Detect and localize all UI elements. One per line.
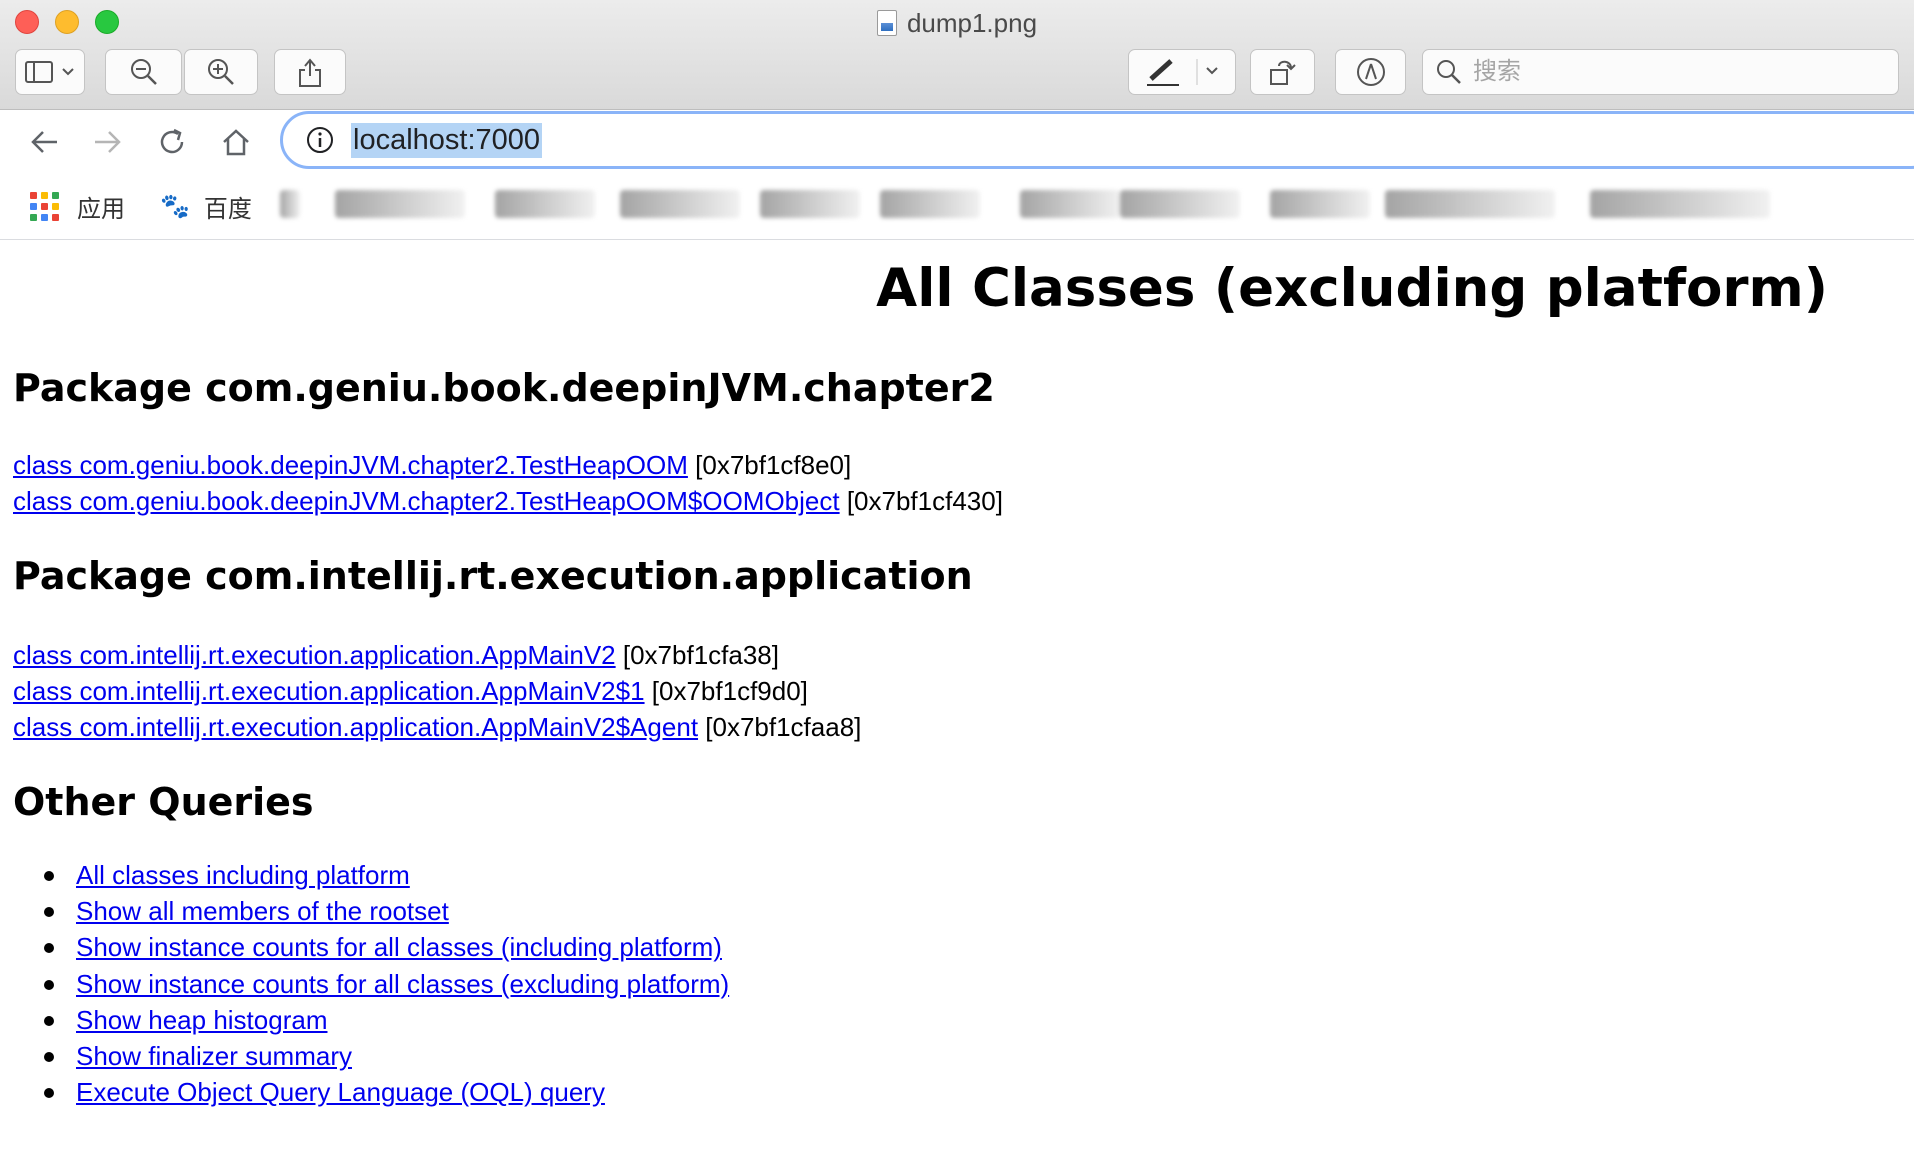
bookmark-baidu[interactable]: 🐾 百度 <box>160 188 252 224</box>
other-queries-list: All classes including platform Show all … <box>40 860 729 1113</box>
zoom-in-icon <box>208 59 234 85</box>
page-content: All Classes (excluding platform) Package… <box>0 240 1914 1152</box>
blurred-bookmark[interactable] <box>1020 190 1120 218</box>
forward-button[interactable] <box>86 120 130 164</box>
pen-icon <box>1147 59 1218 86</box>
image-file-icon <box>876 10 897 36</box>
bookmarks-bar: 应用 🐾 百度 <box>0 172 1914 240</box>
query-link-finalizer-summary[interactable]: Show finalizer summary <box>76 1041 352 1071</box>
annotate-icon <box>1356 58 1385 86</box>
blurred-bookmark[interactable] <box>760 190 860 218</box>
preview-titlebar: dump1.png <box>0 0 1914 110</box>
sidebar-icon <box>25 61 74 83</box>
list-item: Show instance counts for all classes (ex… <box>40 969 729 1005</box>
blurred-bookmark[interactable] <box>1385 190 1555 218</box>
list-item: Show heap histogram <box>40 1005 729 1041</box>
bookmark-baidu-label: 百度 <box>203 195 252 223</box>
url-text[interactable]: localhost:7000 <box>351 122 543 158</box>
query-link-instance-counts-excluding[interactable]: Show instance counts for all classes (ex… <box>76 969 729 999</box>
share-icon <box>299 58 321 87</box>
query-link-rootset[interactable]: Show all members of the rootset <box>76 896 449 926</box>
reload-button[interactable] <box>150 120 194 164</box>
query-link-all-classes[interactable]: All classes including platform <box>76 860 410 890</box>
home-icon <box>223 129 249 156</box>
annotate-button[interactable] <box>1335 49 1406 95</box>
share-button[interactable] <box>274 49 346 95</box>
blurred-bookmark[interactable] <box>1590 190 1770 218</box>
window-title: dump1.png <box>0 8 1914 39</box>
blurred-bookmark[interactable] <box>880 190 980 218</box>
search-icon <box>1437 60 1461 84</box>
class-address: [0x7bf1cfa38] <box>615 640 779 670</box>
zoom-in-button[interactable] <box>184 49 258 95</box>
class-link[interactable]: class com.geniu.book.deepinJVM.chapter2.… <box>13 486 840 516</box>
query-link-heap-histogram[interactable]: Show heap histogram <box>76 1005 327 1035</box>
package-heading: Package com.intellij.rt.execution.applic… <box>13 554 973 598</box>
zoom-out-button[interactable] <box>105 49 182 95</box>
bookmark-apps[interactable]: 应用 <box>30 188 125 224</box>
blurred-bookmark[interactable] <box>495 190 595 218</box>
blurred-bookmark[interactable] <box>620 190 740 218</box>
zoom-out-icon <box>130 59 157 85</box>
apps-grid-icon <box>30 191 59 221</box>
list-item: Execute Object Query Language (OQL) quer… <box>40 1077 729 1113</box>
search-field[interactable] <box>1422 49 1899 95</box>
blurred-bookmark[interactable] <box>1270 190 1370 218</box>
class-link[interactable]: class com.intellij.rt.execution.applicat… <box>13 712 698 742</box>
class-address: [0x7bf1cf9d0] <box>644 676 808 706</box>
rotate-button[interactable] <box>1250 49 1315 95</box>
baidu-paw-icon: 🐾 <box>160 192 190 220</box>
class-entry: class com.intellij.rt.execution.applicat… <box>13 676 808 707</box>
rotate-icon <box>1269 60 1296 85</box>
class-entry: class com.intellij.rt.execution.applicat… <box>13 640 779 671</box>
class-entry: class com.geniu.book.deepinJVM.chapter2.… <box>13 486 1003 517</box>
class-entry: class com.geniu.book.deepinJVM.chapter2.… <box>13 450 851 481</box>
query-link-instance-counts-including[interactable]: Show instance counts for all classes (in… <box>76 932 722 962</box>
list-item: Show all members of the rootset <box>40 896 729 932</box>
search-input[interactable] <box>1473 58 1873 86</box>
list-item: Show instance counts for all classes (in… <box>40 932 729 968</box>
reload-icon <box>160 128 184 154</box>
class-link[interactable]: class com.intellij.rt.execution.applicat… <box>13 640 616 670</box>
class-link[interactable]: class com.geniu.book.deepinJVM.chapter2.… <box>13 450 688 480</box>
class-entry: class com.intellij.rt.execution.applicat… <box>13 712 861 743</box>
package-heading: Package com.geniu.book.deepinJVM.chapter… <box>13 366 995 410</box>
bookmark-apps-label: 应用 <box>77 195 125 223</box>
browser-navbar: localhost:7000 <box>0 110 1914 172</box>
info-icon[interactable] <box>305 125 335 155</box>
class-link[interactable]: class com.intellij.rt.execution.applicat… <box>13 676 645 706</box>
back-button[interactable] <box>22 120 66 164</box>
class-address: [0x7bf1cfaa8] <box>698 712 862 742</box>
blurred-bookmark[interactable] <box>280 190 300 218</box>
query-link-oql[interactable]: Execute Object Query Language (OQL) quer… <box>76 1077 605 1107</box>
list-item: Show finalizer summary <box>40 1041 729 1077</box>
arrow-right-icon <box>95 131 121 153</box>
sidebar-toggle-button[interactable] <box>15 49 85 95</box>
blurred-bookmark[interactable] <box>1120 190 1240 218</box>
arrow-left-icon <box>31 131 57 153</box>
list-item: All classes including platform <box>40 860 729 896</box>
window-title-text: dump1.png <box>906 8 1038 38</box>
class-address: [0x7bf1cf8e0] <box>687 450 852 480</box>
other-queries-heading: Other Queries <box>13 780 314 824</box>
class-address: [0x7bf1cf430] <box>839 486 1003 516</box>
markup-button[interactable] <box>1128 49 1236 95</box>
address-bar[interactable]: localhost:7000 <box>280 111 1914 169</box>
blurred-bookmark[interactable] <box>335 190 465 218</box>
home-button[interactable] <box>214 120 258 164</box>
page-title: All Classes (excluding platform) <box>876 258 1828 319</box>
